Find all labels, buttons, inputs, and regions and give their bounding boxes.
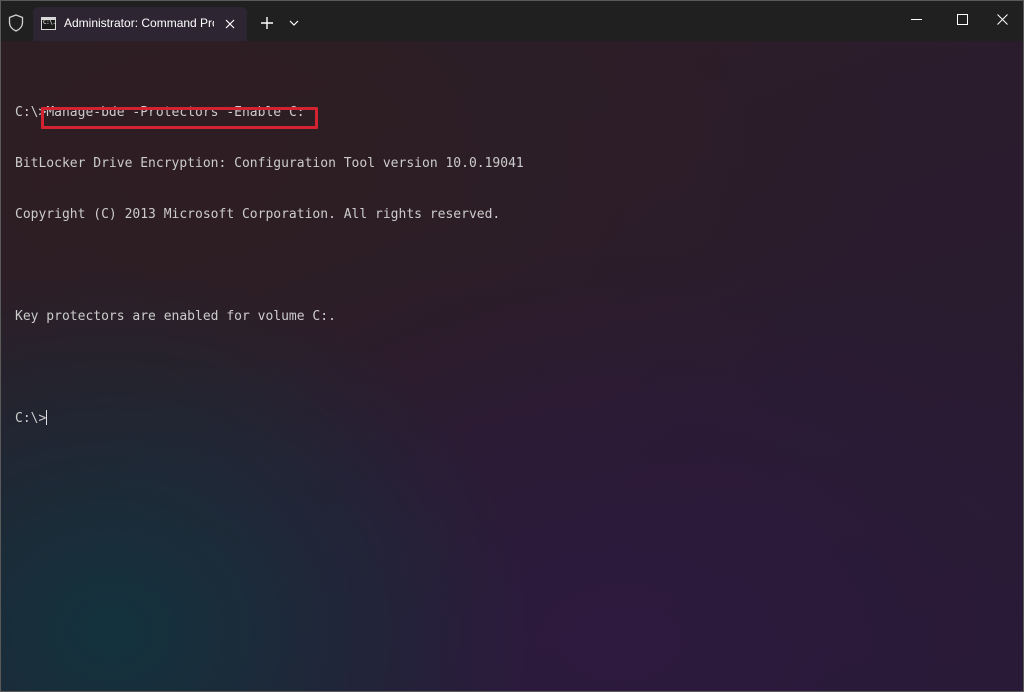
close-tab-button[interactable]: [221, 15, 239, 33]
title-bar: C:\. Administrator: Command Pror: [1, 1, 1023, 41]
close-icon: [996, 13, 1008, 25]
chevron-down-icon: [289, 20, 299, 26]
terminal-lines: C:\>Manage-bde -Protectors -Enable C: Bi…: [15, 70, 524, 461]
minimize-icon: [910, 18, 922, 20]
prompt: C:\>: [15, 105, 47, 120]
current-prompt-line: C:\>: [15, 410, 524, 427]
new-tab-button[interactable]: [255, 11, 279, 35]
close-icon: [225, 19, 235, 29]
close-window-button[interactable]: [979, 1, 1023, 37]
text-cursor: [46, 410, 48, 425]
minimize-button[interactable]: [893, 1, 939, 37]
output-line: Copyright (C) 2013 Microsoft Corporation…: [15, 207, 501, 222]
final-prompt: C:\>: [15, 411, 47, 426]
tab-command-prompt[interactable]: C:\. Administrator: Command Pror: [33, 7, 247, 41]
profile-dropdown-button[interactable]: [284, 11, 304, 35]
output-line: BitLocker Drive Encryption: Configuratio…: [15, 156, 524, 171]
command-prompt-icon: C:\.: [41, 17, 56, 30]
shield-icon: [6, 13, 26, 33]
terminal-output-area[interactable]: C:\>Manage-bde -Protectors -Enable C: Bi…: [1, 41, 1023, 691]
plus-icon: [261, 17, 273, 29]
tab-title: Administrator: Command Pror: [64, 16, 214, 30]
maximize-icon: [956, 13, 968, 25]
tab-icon-label: C:\.: [43, 19, 56, 26]
output-line: Key protectors are enabled for volume C:…: [15, 309, 336, 324]
command-text: Manage-bde -Protectors -Enable C:: [46, 105, 305, 120]
command-line: C:\>Manage-bde -Protectors -Enable C:: [15, 104, 524, 121]
terminal-window: C:\. Administrator: Command Pror C:\>Man…: [0, 0, 1024, 692]
